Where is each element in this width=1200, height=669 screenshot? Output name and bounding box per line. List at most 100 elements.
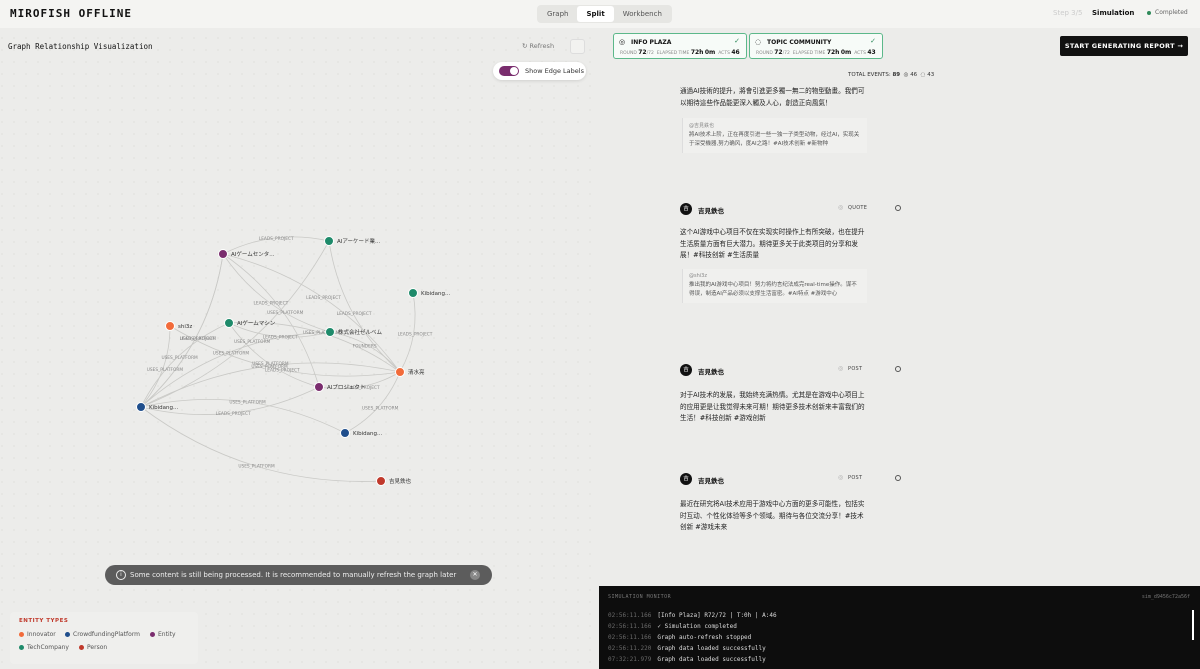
post-author[interactable]: 吉見鉄也 — [698, 366, 724, 376]
post-type-badge: POST — [848, 475, 863, 481]
node-label: 清水亮 — [408, 368, 425, 376]
log-timestamp: 07:32:21.979 — [608, 656, 652, 663]
round-total: /72 — [782, 51, 790, 56]
total-events-label: TOTAL EVENTS: — [848, 72, 891, 78]
legend-dot-icon — [19, 632, 24, 637]
node-label: 株式会社ゼルベム — [338, 328, 383, 336]
node-circle[interactable] — [325, 327, 335, 337]
platform-stats: ROUND 72/72 ELAPSED TIME 72h 0m ACTS 43 — [756, 49, 876, 56]
log-timestamp: 02:56:11.220 — [608, 645, 652, 652]
status-text: Completed — [1155, 9, 1188, 16]
post-icon: ◎ — [838, 365, 844, 372]
toggle-label: Show Edge Labels — [525, 67, 584, 75]
node-circle[interactable] — [376, 476, 386, 486]
check-icon: ✓ — [734, 37, 740, 45]
acts-label: ACTS — [718, 51, 730, 56]
view-icon[interactable] — [895, 366, 901, 372]
edge-label: USES_PLATFORM — [234, 339, 271, 345]
view-icon[interactable] — [895, 205, 901, 211]
round-value: 72 — [774, 49, 783, 56]
monitor-title: SIMULATION MONITOR — [608, 594, 672, 600]
node-label: Kibidang... — [421, 291, 450, 297]
legend-label: CrowdfundingPlatform — [73, 631, 141, 638]
processing-toast: i Some content is still being processed.… — [105, 565, 492, 585]
edge-label: LEADS_PROJECT — [337, 311, 372, 317]
elapsed-label: ELAPSED TIME — [656, 51, 690, 56]
platform-name: TOPIC COMMUNITY — [767, 39, 832, 46]
feed-post: 吉 吉見鉄也 ◎ QUOTE 这个AI游戏中心项目不仅在实现实时操作上有所突破，… — [680, 203, 905, 333]
node-label: AIゲームマシン — [237, 319, 276, 327]
node-circle[interactable] — [165, 321, 175, 331]
total-events-value: 89 — [892, 72, 901, 78]
node-label: AIプロジェクト — [327, 384, 365, 391]
legend-dot-icon — [19, 645, 24, 650]
edge-label: LEADS_PROJECT — [180, 336, 215, 342]
post-author[interactable]: 吉見鉄也 — [698, 205, 724, 215]
platform-stats: ROUND 72/72 ELAPSED TIME 72h 0m ACTS 46 — [620, 49, 740, 56]
platform-name: INFO PLAZA — [631, 39, 672, 46]
round-total: /72 — [646, 51, 654, 56]
node-label: 吉見鉄也 — [389, 477, 412, 485]
elapsed-label: ELAPSED TIME — [792, 51, 826, 56]
status-dot-icon — [1147, 11, 1151, 15]
feed-post: 吉 吉見鉄也 ◎ POST 最近在研究将AI技术应用于游戏中心方面的更多可能性，… — [680, 473, 905, 553]
log-message: [Info Plaza] R72/72 | T:0h | A:46 — [657, 612, 777, 619]
legend-dot-icon — [150, 632, 155, 637]
edge-label: USES_PLATFORM — [229, 400, 266, 406]
edge-label: USES_PLATFORM — [362, 405, 399, 411]
community-count: 43 — [927, 72, 935, 78]
refresh-button[interactable]: ↻ Refresh — [522, 42, 554, 50]
globe-icon: ◎ — [619, 38, 626, 46]
feed-post: 通過AI技術的提升，將會引進更多獨一無二的物型動畫。我們可以期待這些作品能更深入… — [680, 86, 905, 176]
avatar: 吉 — [680, 203, 692, 215]
platform-card-topic-community[interactable]: ◌ TOPIC COMMUNITY ✓ ROUND 72/72 ELAPSED … — [749, 33, 883, 59]
edge-label: FOUNDERS — [353, 344, 377, 350]
round-label: ROUND — [620, 51, 637, 56]
legend-item-crowdfunding: CrowdfundingPlatform — [65, 631, 140, 638]
tab-workbench[interactable]: Workbench — [614, 6, 671, 22]
node-circle[interactable] — [218, 249, 228, 259]
node-circle[interactable] — [324, 236, 334, 246]
view-icon[interactable] — [895, 475, 901, 481]
scrollbar[interactable] — [1192, 610, 1194, 640]
node-circle[interactable] — [136, 402, 146, 412]
legend-label: Person — [87, 644, 108, 651]
post-author[interactable]: 吉見鉄也 — [698, 475, 724, 485]
step-title: Simulation — [1092, 9, 1135, 17]
toggle-switch[interactable] — [499, 66, 519, 76]
platform-card-info-plaza[interactable]: ◎ INFO PLAZA ✓ ROUND 72/72 ELAPSED TIME … — [613, 33, 747, 59]
edge-labels-toggle[interactable]: Show Edge Labels — [493, 62, 586, 80]
start-report-button[interactable]: START GENERATING REPORT → — [1060, 36, 1188, 56]
avatar: 吉 — [680, 364, 692, 376]
node-circle[interactable] — [340, 428, 350, 438]
fullscreen-button[interactable] — [570, 39, 585, 54]
legend-item-entity: Entity — [150, 631, 176, 638]
node-circle[interactable] — [224, 318, 234, 328]
node-label: AIアーケード業... — [337, 237, 381, 245]
log-line: 02:56:11.166 Graph auto-refresh stopped — [608, 634, 751, 641]
edge-label: USES_PLATFORM — [161, 355, 198, 361]
close-icon[interactable]: ✕ — [470, 570, 480, 580]
node-label: shi3z — [178, 324, 192, 330]
acts-label: ACTS — [854, 51, 866, 56]
elapsed-minutes: 0m — [704, 49, 716, 56]
feed-stats: TOTAL EVENTS: 89 ◎ 46 ◌ 43 — [848, 72, 935, 78]
legend-dot-icon — [79, 645, 84, 650]
legend-label: Innovator — [27, 631, 56, 638]
quote-author: @吉見鉄也 — [689, 123, 715, 129]
log-timestamp: 02:56:11.166 — [608, 634, 652, 641]
legend-dot-icon — [65, 632, 70, 637]
legend-label: TechCompany — [27, 644, 69, 651]
node-label: AIゲームセンタ... — [231, 250, 275, 258]
toast-message: Some content is still being processed. I… — [130, 571, 457, 579]
refresh-icon: ↻ — [522, 42, 530, 50]
toggle-knob — [510, 67, 518, 75]
node-circle[interactable] — [314, 382, 324, 392]
node-circle[interactable] — [408, 288, 418, 298]
post-type-badge: QUOTE — [848, 205, 868, 211]
check-icon: ✓ — [870, 37, 876, 45]
legend-item-person: Person — [79, 644, 107, 651]
node-circle[interactable] — [395, 367, 405, 377]
log-line: 02:56:11.220 Graph data loaded successful… — [608, 645, 766, 652]
acts-value: 43 — [867, 49, 876, 56]
